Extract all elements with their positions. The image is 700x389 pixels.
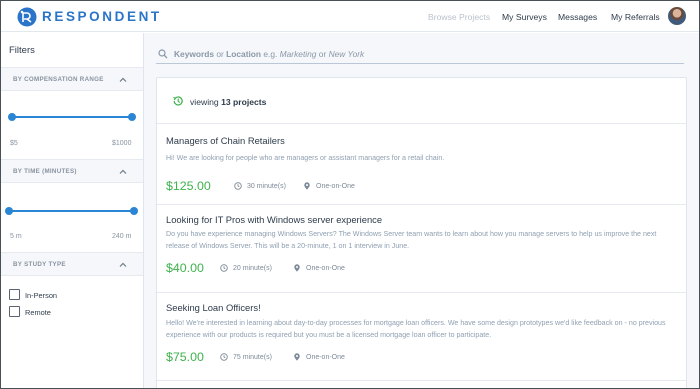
project-title[interactable]: Managers of Chain Retailers (166, 135, 285, 146)
project-card[interactable]: Seeking Loan Officers! Hello! We're inte… (157, 293, 686, 381)
location-pin-icon (304, 182, 310, 190)
compensation-max-handle[interactable] (128, 113, 136, 121)
time-slider-track[interactable] (9, 210, 133, 212)
study-type-filter: BY STUDY TYPE In-Person Remote (1, 252, 143, 332)
project-price: $125.00 (166, 179, 211, 193)
project-description: Hello! We're interested in learning abou… (166, 319, 666, 339)
compensation-filter: BY COMPENSATION RANGE $5 $1000 (1, 67, 143, 159)
project-duration: 30 minute(s) (247, 183, 286, 190)
search-input[interactable]: Keywords or Location e.g. Marketing or N… (156, 45, 684, 64)
project-description: Hi! We are looking for people who are ma… (166, 154, 445, 162)
time-label: BY TIME (MINUTES) (13, 168, 77, 175)
time-filter: BY TIME (MINUTES) 5 m 240 m (1, 159, 143, 251)
study-type-header[interactable]: BY STUDY TYPE (1, 252, 143, 276)
main-content: Keywords or Location e.g. Marketing or N… (144, 33, 699, 388)
filters-title: Filters (9, 45, 35, 56)
project-description: Do you have experience managing Windows … (166, 230, 657, 250)
location-pin-icon (294, 353, 300, 361)
compensation-min-label: $5 (10, 140, 18, 147)
in-person-checkbox[interactable] (9, 289, 20, 300)
remote-label[interactable]: Remote (25, 308, 51, 317)
clock-icon (220, 353, 228, 361)
top-nav-bar: RESPONDENT Browse Projects My Surveys Me… (1, 1, 699, 32)
project-card[interactable]: Managers of Chain Retailers Hi! We are l… (157, 124, 686, 205)
chevron-up-icon[interactable] (119, 168, 127, 176)
nav-my-referrals[interactable]: My Referrals (611, 12, 660, 22)
filters-sidebar: Filters BY COMPENSATION RANGE $5 $1000 B… (1, 33, 144, 388)
compensation-max-label: $1000 (112, 140, 132, 147)
brand-name[interactable]: RESPONDENT (42, 9, 162, 24)
project-duration: 20 minute(s) (233, 265, 272, 272)
compensation-label: BY COMPENSATION RANGE (13, 76, 104, 83)
clock-icon (220, 264, 228, 272)
project-type: One-on-One (306, 265, 345, 272)
results-header: viewing 13 projects (157, 78, 686, 124)
project-price: $40.00 (166, 261, 204, 275)
project-type: One-on-One (316, 183, 355, 190)
project-title[interactable]: Looking for IT Pros with Windows server … (166, 214, 382, 225)
projects-card: viewing 13 projects Managers of Chain Re… (156, 77, 687, 388)
compensation-min-handle[interactable] (8, 113, 16, 121)
time-min-handle[interactable] (5, 207, 13, 215)
nav-browse-projects[interactable]: Browse Projects (428, 12, 490, 22)
chevron-up-icon[interactable] (119, 76, 127, 84)
nav-my-surveys[interactable]: My Surveys (502, 12, 547, 22)
in-person-label[interactable]: In-Person (25, 291, 57, 300)
chevron-up-icon[interactable] (119, 261, 127, 269)
results-count: viewing 13 projects (190, 97, 267, 107)
time-max-label: 240 m (112, 233, 132, 240)
project-duration: 75 minute(s) (233, 354, 272, 361)
project-price: $75.00 (166, 350, 204, 364)
compensation-header[interactable]: BY COMPENSATION RANGE (1, 67, 143, 91)
respondent-logo-icon[interactable] (17, 7, 37, 27)
project-title[interactable]: Seeking Loan Officers! (166, 302, 261, 313)
user-avatar[interactable] (668, 7, 686, 25)
history-icon (173, 96, 183, 106)
search-icon (158, 49, 168, 59)
app-window: RESPONDENT Browse Projects My Surveys Me… (0, 0, 700, 389)
nav-messages[interactable]: Messages (558, 12, 597, 22)
time-header[interactable]: BY TIME (MINUTES) (1, 159, 143, 183)
location-pin-icon (294, 264, 300, 272)
study-type-label: BY STUDY TYPE (13, 261, 66, 268)
remote-checkbox[interactable] (9, 306, 20, 317)
project-card[interactable]: Looking for IT Pros with Windows server … (157, 205, 686, 293)
time-min-label: 5 m (10, 233, 22, 240)
search-placeholder: Keywords or Location e.g. Marketing or N… (174, 49, 365, 59)
compensation-slider-track[interactable] (12, 116, 132, 118)
clock-icon (234, 182, 242, 190)
project-type: One-on-One (306, 354, 345, 361)
time-max-handle[interactable] (130, 207, 138, 215)
